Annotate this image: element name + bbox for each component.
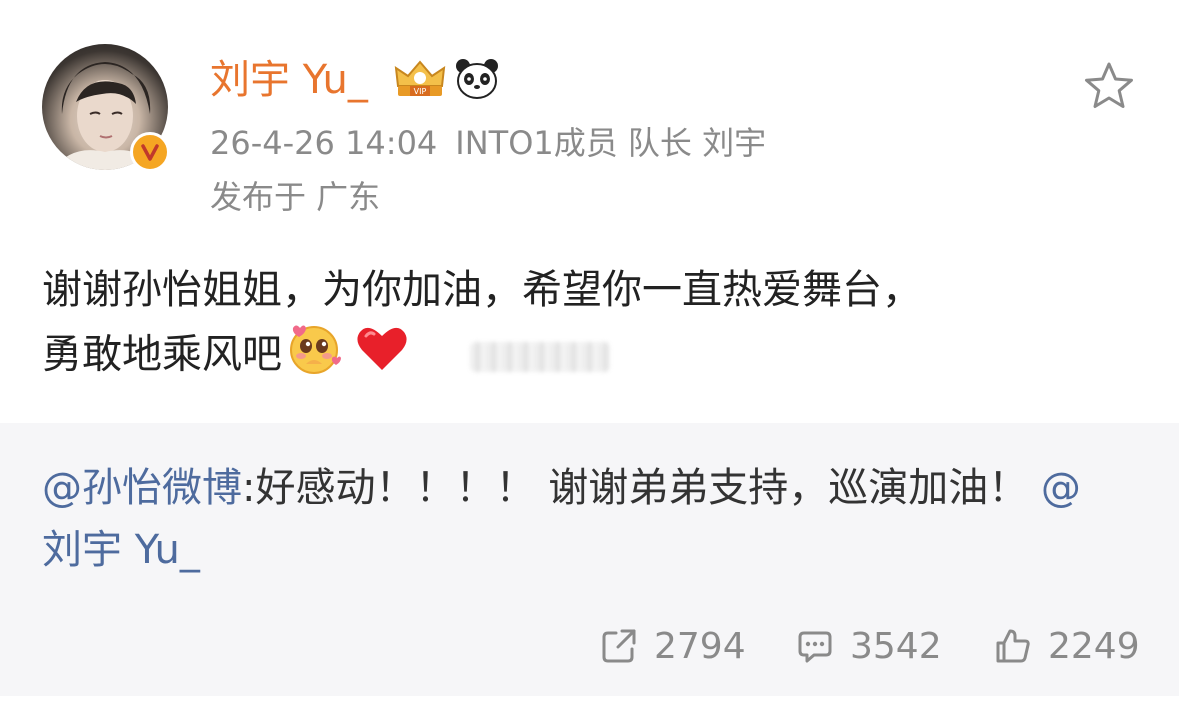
post-text-line-2: 勇敢地乘风吧 <box>42 320 1142 380</box>
post-timestamp[interactable]: 26-4-26 14:04 <box>210 124 437 162</box>
comment-icon <box>798 631 832 663</box>
post-location: 发布于 广东 <box>210 178 381 216</box>
repost-text: @孙怡微博:好感动！！！！ 谢谢弟弟支持，巡演加油！ @ 刘宇 Yu_ <box>42 457 1132 581</box>
panda-icon <box>454 56 500 104</box>
post-text-line-2-text: 勇敢地乘风吧 <box>42 331 282 378</box>
verified-badge-icon <box>130 132 170 172</box>
repost-body: :好感动！！！！ 谢谢弟弟支持，巡演加油！ <box>242 465 1029 511</box>
post-content: 谢谢孙怡姐姐，为你加油，希望你一直热爱舞台， 勇敢地乘风吧 <box>42 260 1142 380</box>
like-button[interactable]: 2249 <box>994 618 1140 674</box>
repost-count: 2794 <box>654 625 746 667</box>
like-count: 2249 <box>1048 625 1140 667</box>
post-meta: 26-4-26 14:04 INTO1成员 队长 刘宇 <box>210 124 766 162</box>
blurred-text <box>470 341 610 372</box>
touched-emoji-icon <box>284 320 344 393</box>
comment-count: 3542 <box>850 625 942 667</box>
favorite-star-icon[interactable] <box>1082 60 1136 116</box>
weibo-post: 刘宇 Yu_ VIP 26-4-26 14:04 INTO1成员 队长 刘宇 发布 <box>0 0 1179 718</box>
comment-button[interactable]: 3542 <box>796 618 942 674</box>
author-description: INTO1成员 队长 刘宇 <box>455 124 767 162</box>
repost-button[interactable]: 2794 <box>600 618 746 674</box>
repost-section[interactable]: @孙怡微博:好感动！！！！ 谢谢弟弟支持，巡演加油！ @ 刘宇 Yu_ 2794 <box>0 423 1179 696</box>
crown-membership-icon[interactable]: VIP <box>392 56 448 104</box>
mention-link-sunyi[interactable]: @孙怡微博 <box>42 465 242 511</box>
share-icon <box>602 629 636 663</box>
red-heart-icon <box>354 322 410 391</box>
username[interactable]: 刘宇 Yu_ <box>210 58 368 102</box>
svg-text:VIP: VIP <box>414 87 427 96</box>
thumbs-up-icon <box>996 629 1030 663</box>
action-bar: 2794 3542 2249 <box>0 618 1179 674</box>
post-text-line-1: 谢谢孙怡姐姐，为你加油，希望你一直热爱舞台， <box>42 267 922 313</box>
mention-link-at[interactable]: @ <box>1041 465 1081 511</box>
mention-link-liuyu[interactable]: 刘宇 Yu_ <box>42 527 200 573</box>
